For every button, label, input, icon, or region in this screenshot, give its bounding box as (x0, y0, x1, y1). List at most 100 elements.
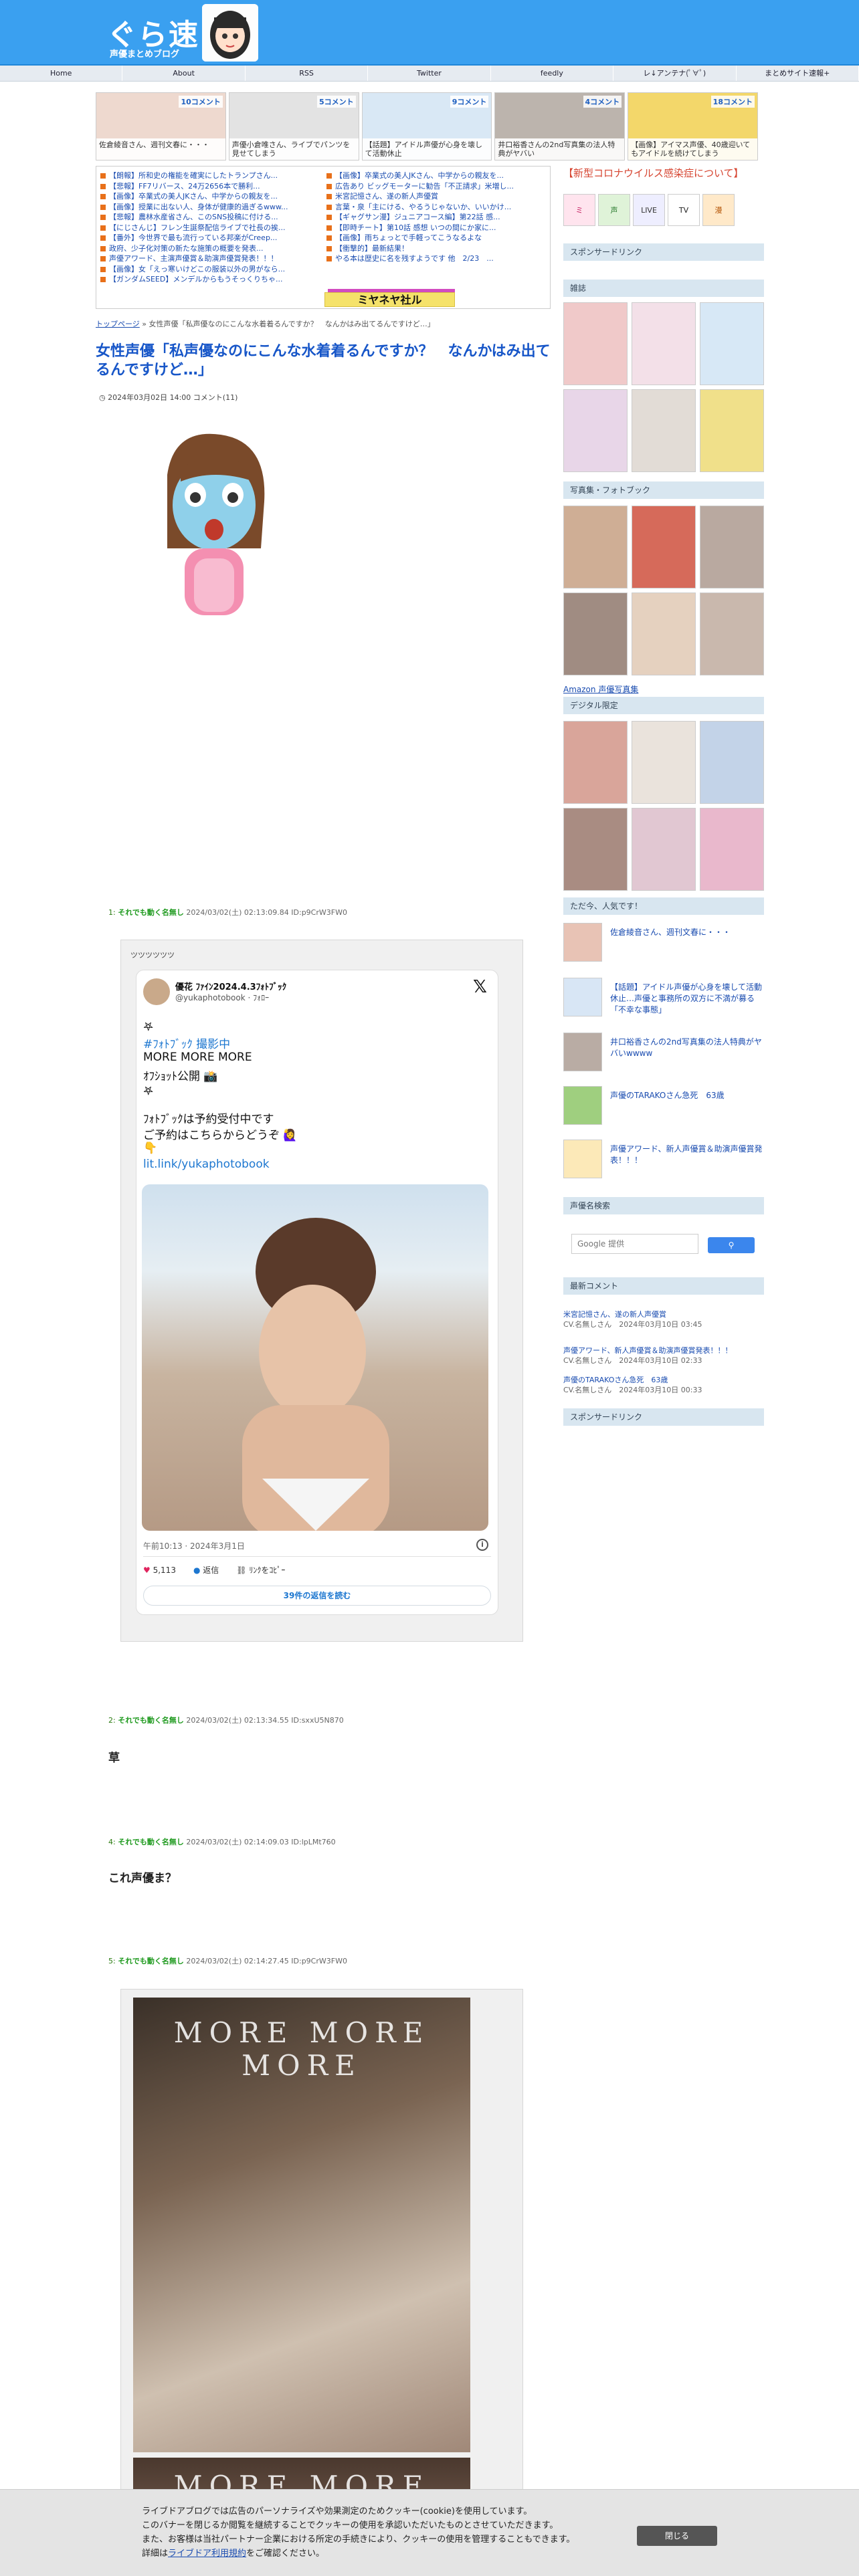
sidebar-icon-link[interactable]: LIVE (633, 194, 665, 226)
magazine-cover[interactable] (700, 389, 764, 472)
tweet-author-handle[interactable]: @yukaphotobook · ﾌｫﾛｰ (175, 992, 269, 1003)
magazine-cover[interactable] (563, 389, 628, 472)
sidebar-icon-link[interactable]: TV (668, 194, 700, 226)
link-item[interactable]: 政府、少子化対策の新たな施策の概要を発表... (100, 243, 320, 254)
magazine-cover[interactable] (563, 302, 628, 385)
comment-number: 2: (108, 1716, 116, 1725)
sidebar-icon-link[interactable]: 漫 (702, 194, 735, 226)
digital-cover[interactable] (563, 721, 628, 804)
link-item[interactable]: 【画像】女「えっ寒いけどこの服装以外の男がなら... (100, 264, 320, 275)
read-replies-button[interactable]: 39件の返信を読む (143, 1586, 491, 1606)
copy-link-button[interactable]: ⛓ ﾘﾝｸをｺﾋﾟｰ (236, 1564, 285, 1576)
magazine-cover[interactable] (632, 389, 696, 472)
magazine-cover[interactable] (632, 302, 696, 385)
recent-comment-title[interactable]: 米宮記憶さん、遂の新人声優賞 (563, 1309, 764, 1319)
recent-comment-title[interactable]: 声優のTARAKOさん急死 63歳 (563, 1375, 764, 1385)
covid-notice-link[interactable]: 【新型コロナウイルス感染症について】 (563, 166, 744, 180)
popular-title[interactable]: 佐倉綾音さん、週刊文春に・・・ (610, 927, 763, 938)
link-item[interactable]: 【ギャグサン漫】ジュニアコース編】第22話 感... (326, 212, 546, 223)
nav-feedly[interactable]: feedly (491, 66, 614, 81)
link-item[interactable]: やる本は歴史に名を残すようです 他 2/23 ... (326, 253, 546, 264)
divider (143, 1556, 491, 1557)
popular-item[interactable]: 井口裕香さんの2nd写真集の法人特典がヤバいwwww (563, 1033, 764, 1074)
sidebar-icon-link[interactable]: ミ (563, 194, 595, 226)
popular-item[interactable]: 声優アワード、新人声優賞＆助演声優賞発表！！！ (563, 1140, 764, 1181)
recent-comment[interactable]: 声優のTARAKOさん急死 63歳 CV.名無しさん 2024年03月10日 0… (563, 1375, 764, 1395)
link-item[interactable]: 【画像】授業に出ない人、身体が健康的過ぎるwww... (100, 202, 320, 213)
popular-title[interactable]: 【話題】アイドル声優が心身を壊して活動休止…声優と事務所の双方に不満が募る「不幸… (610, 982, 763, 1016)
digital-cover[interactable] (632, 721, 696, 804)
search-input[interactable]: Google 提供 (571, 1234, 698, 1254)
recent-comment[interactable]: 米宮記憶さん、遂の新人声優賞 CV.名無しさん 2024年03月10日 03:4… (563, 1309, 764, 1329)
digital-cover[interactable] (632, 808, 696, 891)
link-item[interactable]: 【悲報】FF7リバース、24万2656本で勝利... (100, 181, 320, 192)
recent-comment-title[interactable]: 声優アワード、新人声優賞＆助演声優賞発表！！！ (563, 1346, 764, 1356)
amazon-link[interactable]: Amazon 声優写真集 (563, 683, 638, 695)
popular-title[interactable]: 声優のTARAKOさん急死 63歳 (610, 1090, 763, 1101)
popular-item[interactable]: 佐倉綾音さん、週刊文春に・・・ (563, 923, 764, 964)
link-item[interactable]: 広告あり ビッグモーターに勧告「不正請求」米増し... (326, 181, 546, 192)
photobook-cover[interactable] (700, 593, 764, 675)
link-item[interactable]: 【画像】卒業式の美人JKさん、中学からの親友を... (100, 191, 320, 202)
digital-cover[interactable] (700, 808, 764, 891)
photobook-cover[interactable] (563, 506, 628, 588)
link-item[interactable]: 声優アワード、主演声優賞＆助演声優賞発表！！！ (100, 253, 320, 264)
nav-antenna[interactable]: レ↓アンテナ(ﾟ∀ﾟ) (613, 66, 737, 81)
breadcrumb-home[interactable]: トップページ (96, 320, 140, 328)
x-logo-icon[interactable]: 𝕏 (473, 977, 487, 997)
thumb-card[interactable]: 4コメント 井口裕香さんの2nd写真集の法人特典がヤバい (494, 92, 626, 160)
photobook-cover-image[interactable]: MORE MORE MORE (133, 1998, 470, 2452)
link-item[interactable]: 【ガンダムSEED】メンデルからもうそっくりちゃ... (100, 274, 320, 285)
search-button[interactable]: ⚲ (708, 1237, 755, 1253)
photobook-cover[interactable] (700, 506, 764, 588)
recent-comment[interactable]: 声優アワード、新人声優賞＆助演声優賞発表！！！ CV.名無しさん 2024年03… (563, 1346, 764, 1366)
nav-matome[interactable]: まとめサイト速報+ (737, 66, 859, 81)
cookie-close-button[interactable]: 閉じる (637, 2526, 717, 2546)
link-item[interactable]: 【番外】今世界で最も流行っている邦楽がCreep... (100, 233, 320, 243)
terms-link[interactable]: ライブドア利用規約 (168, 2549, 246, 2559)
info-icon[interactable]: i (476, 1539, 488, 1551)
site-logo[interactable]: ぐら速 声優まとめブログ (100, 4, 268, 62)
nav-home[interactable]: Home (0, 66, 123, 81)
tweet-timestamp[interactable]: 午前10:13 · 2024年3月1日 (143, 1540, 245, 1551)
nav-twitter[interactable]: Twitter (368, 66, 491, 81)
embedded-tweet[interactable]: 優花 ﾌｧｲﾝ2024.4.3ﾌｫﾄﾌﾞｯｸ @yukaphotobook · … (136, 970, 498, 1615)
photobook-cover[interactable] (563, 593, 628, 675)
sidebar-icon-link[interactable]: 声 (598, 194, 630, 226)
thumb-card[interactable]: 10コメント 佐倉綾音さん、週刊文春に・・・ (96, 92, 226, 160)
nav-rss[interactable]: RSS (246, 66, 369, 81)
magazine-cover[interactable] (700, 302, 764, 385)
popular-item[interactable]: 【話題】アイドル声優が心身を壊して活動休止…声優と事務所の双方に不満が募る「不幸… (563, 978, 764, 1019)
comment-body: これ声優ま？ (108, 1872, 177, 1885)
digital-cover[interactable] (563, 808, 628, 891)
popular-title[interactable]: 声優アワード、新人声優賞＆助演声優賞発表！！！ (610, 1144, 763, 1166)
thumb-card[interactable]: 18コメント 【画像】アイマス声優、40歳迎いてもアイドルを続けてしまう (628, 92, 758, 160)
reply-button[interactable]: ● 返信 (193, 1564, 219, 1576)
photobook-cover[interactable] (632, 506, 696, 588)
post-title[interactable]: 女性声優「私声優なのにこんな水着着るんですか？ なんかはみ出てるんですけど…」 (96, 342, 557, 380)
tweet-link[interactable]: lit.link/yukaphotobook (143, 1158, 270, 1171)
tweet-hashtag[interactable]: #ﾌｫﾄﾌﾞｯｸ 撮影中 (143, 1035, 230, 1051)
link-item[interactable]: 【にじさんじ】フレン生誕祭配信ライブで社長の挨... (100, 223, 320, 233)
popular-item[interactable]: 声優のTARAKOさん急死 63歳 (563, 1086, 764, 1128)
avatar[interactable] (143, 978, 170, 1005)
popular-title[interactable]: 井口裕香さんの2nd写真集の法人特典がヤバいwwww (610, 1037, 763, 1059)
tweet-photo[interactable] (142, 1184, 488, 1531)
link-item[interactable]: 【即時チート】第10話 感想 いつの間にか家に... (326, 223, 546, 233)
link-item[interactable]: 米宮記憶さん、遂の新人声優賞 (326, 191, 546, 202)
link-item[interactable]: 【画像】雨ちょっとで手軽ってこうなるよな (326, 233, 546, 243)
thumb-card[interactable]: 5コメント 声優小倉唯さん、ライブでパンツを見せてしまう (228, 92, 359, 160)
link-item[interactable]: 言葉・泉「主にける、やるうじゃないか、いいかけ... (326, 202, 546, 213)
sidebar-heading: デジタル限定 (563, 697, 764, 714)
link-item[interactable]: 【悲報】農林水産省さん、このSNS投稿に付ける... (100, 212, 320, 223)
tweet-author-name[interactable]: 優花 ﾌｧｲﾝ2024.4.3ﾌｫﾄﾌﾞｯｸ (175, 980, 286, 992)
like-button[interactable]: ♥ 5,113 (143, 1566, 176, 1575)
link-item[interactable]: 【朗報】所和史の権能を確実にしたトランプさん... (100, 171, 320, 181)
nav-about[interactable]: About (122, 66, 246, 81)
link-item[interactable]: 【衝撃的】最新結果！ (326, 243, 546, 254)
photobook-cover[interactable] (632, 593, 696, 675)
promo-banner[interactable]: ミヤネヤ社ル (324, 292, 455, 307)
link-item[interactable]: 【画像】卒業式の美人JKさん、中学からの親友を... (326, 171, 546, 181)
thumb-card[interactable]: 9コメント 【話題】アイドル声優が心身を壊して活動休止 (361, 92, 492, 160)
digital-cover[interactable] (700, 721, 764, 804)
